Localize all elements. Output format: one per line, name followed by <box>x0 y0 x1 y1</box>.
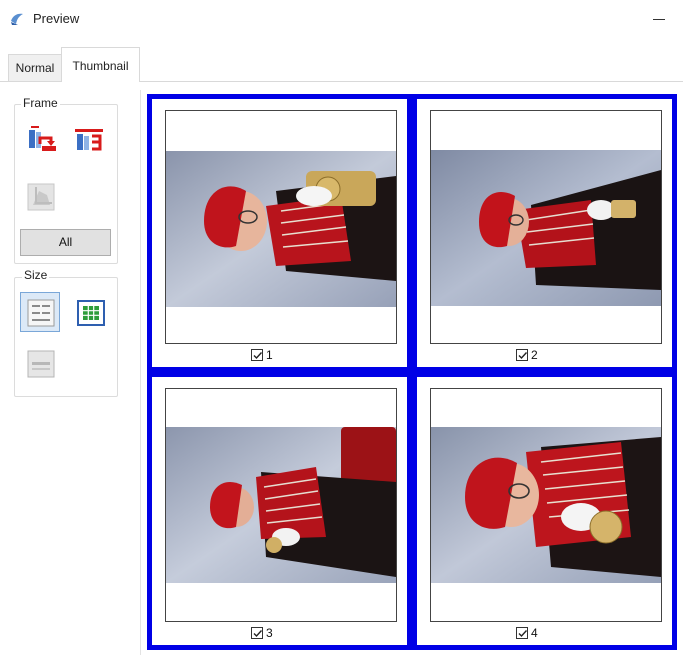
crop-button[interactable] <box>20 176 60 216</box>
thumbnail-photo <box>166 151 396 307</box>
thumbnail-number: 1 <box>266 348 273 362</box>
thumbnail-cell[interactable]: 3 <box>147 372 412 650</box>
title-bar: Preview <box>0 0 683 38</box>
minimize-button[interactable] <box>646 6 672 30</box>
rotate-left-button[interactable] <box>20 117 60 157</box>
thumbnail-cell[interactable]: 2 <box>412 94 677 372</box>
single-view-icon <box>27 350 55 378</box>
thumbnail-frame <box>430 388 662 622</box>
all-button[interactable]: All <box>20 229 111 256</box>
tab-thumbnail[interactable]: Thumbnail <box>61 47 140 82</box>
rotate-right-button[interactable] <box>68 117 108 157</box>
checkmark-icon <box>518 630 528 638</box>
large-thumbnail-button[interactable] <box>20 292 60 332</box>
thumbnail-frame <box>165 388 397 622</box>
thumbnail-cell[interactable]: 4 <box>412 372 677 650</box>
rotate-right-icon <box>75 129 103 151</box>
checkbox-box <box>251 349 263 361</box>
thumbnail-photo <box>166 427 396 583</box>
checkmark-icon <box>518 352 528 360</box>
crop-icon <box>27 183 55 211</box>
thumbnail-photo <box>431 150 661 306</box>
large-thumbnail-icon <box>27 299 55 327</box>
thumbnail-frame <box>165 110 397 344</box>
checkbox-box <box>516 349 528 361</box>
single-view-button[interactable] <box>20 343 60 383</box>
rotate-left-icon <box>29 126 56 151</box>
checkbox-box <box>251 627 263 639</box>
checkbox-box <box>516 627 528 639</box>
checkmark-icon <box>253 630 263 638</box>
grid-thumbnail-button[interactable] <box>70 292 110 332</box>
thumbnail-number: 4 <box>531 626 538 640</box>
thumbnail-photo <box>431 427 661 583</box>
thumbnail-number: 2 <box>531 348 538 362</box>
grid-thumbnail-icon <box>77 300 105 326</box>
window-title: Preview <box>33 11 80 26</box>
checkmark-icon <box>253 352 263 360</box>
frame-group-label: Frame <box>21 96 60 110</box>
thumbnail-frame <box>430 110 662 344</box>
tab-normal[interactable]: Normal <box>8 54 62 81</box>
thumbnail-cell[interactable]: 1 <box>147 94 412 372</box>
size-group-label: Size <box>22 268 50 282</box>
thumbnail-number: 3 <box>266 626 273 640</box>
preview-app-icon <box>11 13 23 25</box>
